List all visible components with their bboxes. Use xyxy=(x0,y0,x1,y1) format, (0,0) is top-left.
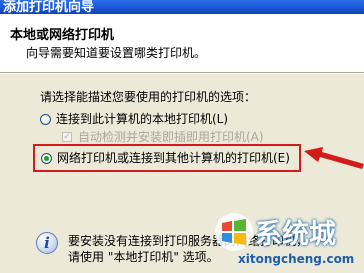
windows-logo-icon xyxy=(215,213,253,251)
watermark-url: xitongcheng.com xyxy=(238,252,355,266)
header-title: 本地或网络打印机 xyxy=(10,28,115,43)
info-icon: i xyxy=(36,232,58,254)
autodetect-label: 自动检测并安装即插即用打印机(A) xyxy=(78,130,264,144)
options-prompt: 请选择能描述您要使用的打印机的选项： xyxy=(40,90,257,104)
window-title: 添加打印机向导 xyxy=(3,0,95,15)
header-subtitle: 向导需要知道要设置哪类打印机。 xyxy=(26,46,207,60)
autodetect-checkbox[interactable]: ✓ xyxy=(62,132,72,142)
add-printer-wizard-window: 添加打印机向导 本地或网络打印机 向导需要知道要设置哪类打印机。 请选择能描述您… xyxy=(0,0,364,273)
local-printer-radio[interactable] xyxy=(40,114,51,125)
info-line-2: 请使用 "本地打印机" 选项。 xyxy=(68,250,219,264)
red-arrow-icon xyxy=(304,147,364,169)
header-divider xyxy=(0,72,364,74)
highlight-box xyxy=(33,144,301,172)
watermark-brand: 系统城 xyxy=(255,219,336,250)
local-printer-label[interactable]: 连接到此计算机的本地打印机(L) xyxy=(56,110,228,127)
wizard-header: 本地或网络打印机 向导需要知道要设置哪类打印机。 xyxy=(0,14,364,72)
title-bar[interactable]: 添加打印机向导 xyxy=(0,0,364,15)
